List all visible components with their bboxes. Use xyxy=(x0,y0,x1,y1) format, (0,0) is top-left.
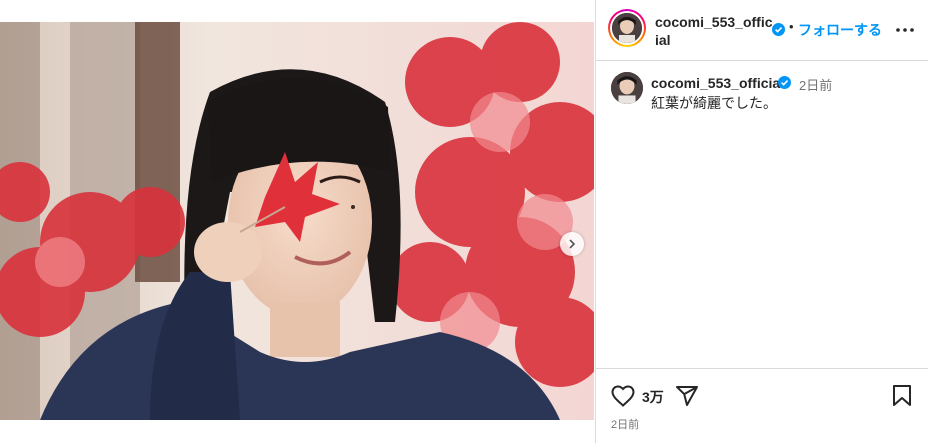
post-photo[interactable] xyxy=(0,22,594,420)
next-photo-button[interactable] xyxy=(560,232,584,256)
caption-time[interactable]: 2日前 xyxy=(799,75,832,94)
send-icon xyxy=(676,386,698,406)
action-bar: 3万 2日前 xyxy=(596,368,928,443)
more-options-button[interactable] xyxy=(893,18,917,42)
heart-icon xyxy=(611,385,635,407)
caption-username[interactable]: cocomi_553_official xyxy=(651,75,784,91)
post-sidebar: cocomi_553_official • フォローする cocomi_553_… xyxy=(595,0,928,443)
story-avatar[interactable] xyxy=(608,9,646,47)
post-timestamp[interactable]: 2日前 xyxy=(611,416,639,432)
verified-badge-icon xyxy=(778,76,791,94)
follow-button[interactable]: フォローする xyxy=(798,20,882,40)
more-horizontal-icon xyxy=(896,28,914,32)
share-button[interactable] xyxy=(675,384,699,413)
chevron-right-icon xyxy=(569,239,576,249)
caption-avatar[interactable] xyxy=(611,72,643,104)
save-button[interactable] xyxy=(892,384,912,413)
like-count[interactable]: 3万 xyxy=(642,387,664,407)
verified-badge-icon xyxy=(772,23,785,41)
post-image xyxy=(0,22,594,420)
post-header: cocomi_553_official • フォローする xyxy=(596,0,928,61)
separator-dot: • xyxy=(789,19,794,34)
like-button[interactable] xyxy=(611,385,635,412)
header-username[interactable]: cocomi_553_official xyxy=(655,13,773,49)
avatar xyxy=(612,13,642,43)
bookmark-icon xyxy=(893,385,911,406)
caption-text: 紅葉が綺麗でした。 xyxy=(651,95,777,111)
